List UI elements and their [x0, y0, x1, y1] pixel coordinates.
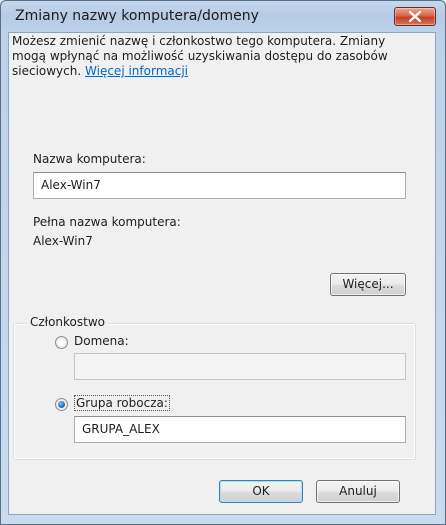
workgroup-label[interactable]: Grupa robocza:	[74, 395, 170, 411]
workgroup-label-text: Grupa robocza:	[74, 395, 170, 411]
full-name-value: Alex-Win7	[33, 234, 93, 248]
radio-selected-dot	[58, 401, 65, 408]
close-icon	[409, 11, 421, 22]
domain-label[interactable]: Domena:	[74, 334, 129, 348]
ok-button[interactable]: OK	[219, 480, 303, 503]
close-button[interactable]	[394, 7, 436, 26]
membership-legend: Członkostwo	[27, 315, 109, 329]
description-text: Możesz zmienić nazwę i członkostwo tego …	[12, 34, 416, 79]
computer-name-input[interactable]: Alex-Win7	[33, 172, 406, 199]
dialog-title: Zmiany nazwy komputera/domeny	[15, 8, 259, 24]
description-body: Możesz zmienić nazwę i członkostwo tego …	[12, 34, 388, 78]
computer-name-label: Nazwa komputera:	[33, 152, 146, 166]
domain-input[interactable]	[74, 353, 406, 380]
workgroup-radio[interactable]	[55, 398, 68, 411]
workgroup-input[interactable]: GRUPA_ALEX	[74, 416, 406, 443]
domain-radio[interactable]	[55, 336, 68, 349]
more-info-link[interactable]: Więcej informacji	[85, 64, 188, 78]
title-bar[interactable]: Zmiany nazwy komputera/domeny	[1, 1, 445, 33]
cancel-button[interactable]: Anuluj	[316, 480, 400, 503]
more-button[interactable]: Więcej...	[330, 273, 406, 296]
full-name-label: Pełna nazwa komputera:	[33, 215, 181, 229]
